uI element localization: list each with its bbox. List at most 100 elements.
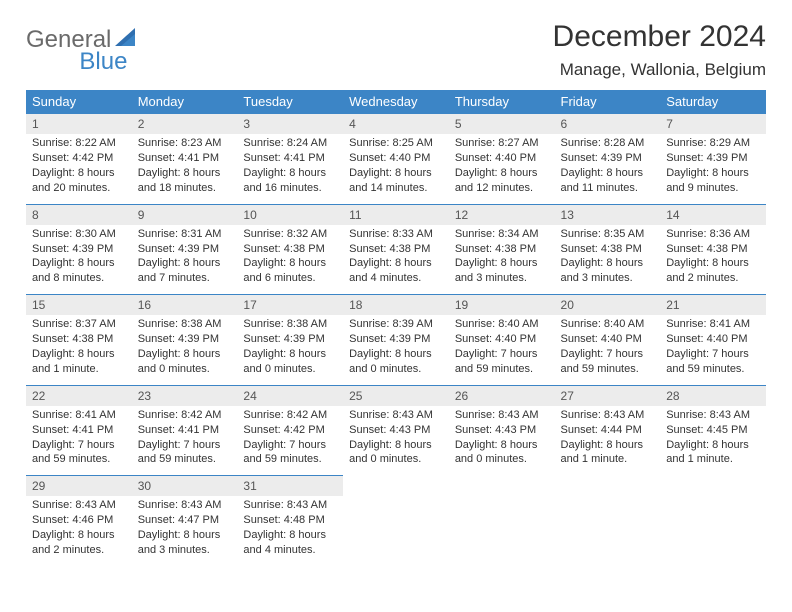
sunset-text: Sunset: 4:38 PM (349, 242, 443, 257)
sunset-text: Sunset: 4:41 PM (243, 151, 337, 166)
daylight-text: Daylight: 8 hours (243, 256, 337, 271)
daylight-text: Daylight: 8 hours (561, 166, 655, 181)
day-detail-cell: Sunrise: 8:43 AMSunset: 4:44 PMDaylight:… (555, 406, 661, 476)
day-detail-cell: Sunrise: 8:42 AMSunset: 4:42 PMDaylight:… (237, 406, 343, 476)
daylight-text: and 3 minutes. (138, 543, 232, 558)
sunrise-text: Sunrise: 8:43 AM (561, 408, 655, 423)
sunset-text: Sunset: 4:46 PM (32, 513, 126, 528)
daylight-text: and 59 minutes. (32, 452, 126, 467)
sunset-text: Sunset: 4:39 PM (243, 332, 337, 347)
daylight-text: Daylight: 8 hours (243, 528, 337, 543)
location-label: Manage, Wallonia, Belgium (553, 60, 766, 80)
day-detail-cell (343, 496, 449, 565)
weekday-header-row: Sunday Monday Tuesday Wednesday Thursday… (26, 90, 766, 114)
day-detail-cell: Sunrise: 8:23 AMSunset: 4:41 PMDaylight:… (132, 134, 238, 204)
day-detail-cell (660, 496, 766, 565)
daylight-text: and 3 minutes. (455, 271, 549, 286)
day-detail-cell: Sunrise: 8:38 AMSunset: 4:39 PMDaylight:… (132, 315, 238, 385)
day-number-cell: 5 (449, 114, 555, 135)
daylight-text: and 4 minutes. (243, 543, 337, 558)
calendar-table: Sunday Monday Tuesday Wednesday Thursday… (26, 90, 766, 566)
sunrise-text: Sunrise: 8:43 AM (138, 498, 232, 513)
daylight-text: Daylight: 8 hours (138, 166, 232, 181)
day-number-row: 15161718192021 (26, 295, 766, 316)
day-number-cell (449, 476, 555, 497)
sunset-text: Sunset: 4:42 PM (32, 151, 126, 166)
day-number-cell: 21 (660, 295, 766, 316)
day-number-cell: 22 (26, 385, 132, 406)
sunset-text: Sunset: 4:39 PM (349, 332, 443, 347)
daylight-text: and 2 minutes. (666, 271, 760, 286)
day-number-cell: 20 (555, 295, 661, 316)
day-number-row: 1234567 (26, 114, 766, 135)
day-detail-cell: Sunrise: 8:36 AMSunset: 4:38 PMDaylight:… (660, 225, 766, 295)
daylight-text: and 0 minutes. (455, 452, 549, 467)
sunset-text: Sunset: 4:39 PM (138, 242, 232, 257)
day-number-cell: 16 (132, 295, 238, 316)
day-number-cell: 25 (343, 385, 449, 406)
day-detail-cell: Sunrise: 8:42 AMSunset: 4:41 PMDaylight:… (132, 406, 238, 476)
sunset-text: Sunset: 4:40 PM (666, 332, 760, 347)
sunset-text: Sunset: 4:38 PM (32, 332, 126, 347)
day-number-cell: 6 (555, 114, 661, 135)
day-number-cell: 23 (132, 385, 238, 406)
sunset-text: Sunset: 4:39 PM (32, 242, 126, 257)
sunset-text: Sunset: 4:43 PM (455, 423, 549, 438)
daylight-text: Daylight: 8 hours (349, 438, 443, 453)
day-number-cell: 13 (555, 204, 661, 225)
sunset-text: Sunset: 4:47 PM (138, 513, 232, 528)
day-detail-cell: Sunrise: 8:41 AMSunset: 4:40 PMDaylight:… (660, 315, 766, 385)
sunrise-text: Sunrise: 8:43 AM (666, 408, 760, 423)
day-detail-cell: Sunrise: 8:31 AMSunset: 4:39 PMDaylight:… (132, 225, 238, 295)
weekday-header: Sunday (26, 90, 132, 114)
sunrise-text: Sunrise: 8:27 AM (455, 136, 549, 151)
day-number-cell: 27 (555, 385, 661, 406)
sunset-text: Sunset: 4:41 PM (138, 423, 232, 438)
sunrise-text: Sunrise: 8:32 AM (243, 227, 337, 242)
daylight-text: Daylight: 8 hours (32, 256, 126, 271)
daylight-text: Daylight: 8 hours (666, 166, 760, 181)
day-detail-cell: Sunrise: 8:28 AMSunset: 4:39 PMDaylight:… (555, 134, 661, 204)
day-number-cell: 30 (132, 476, 238, 497)
daylight-text: Daylight: 8 hours (455, 166, 549, 181)
sunset-text: Sunset: 4:42 PM (243, 423, 337, 438)
sunrise-text: Sunrise: 8:24 AM (243, 136, 337, 151)
daylight-text: Daylight: 8 hours (666, 256, 760, 271)
day-detail-cell: Sunrise: 8:43 AMSunset: 4:48 PMDaylight:… (237, 496, 343, 565)
day-detail-cell: Sunrise: 8:35 AMSunset: 4:38 PMDaylight:… (555, 225, 661, 295)
day-number-cell: 26 (449, 385, 555, 406)
day-number-cell: 15 (26, 295, 132, 316)
day-number-row: 891011121314 (26, 204, 766, 225)
day-number-cell: 12 (449, 204, 555, 225)
daylight-text: and 1 minute. (32, 362, 126, 377)
day-detail-cell: Sunrise: 8:43 AMSunset: 4:45 PMDaylight:… (660, 406, 766, 476)
daylight-text: and 59 minutes. (666, 362, 760, 377)
day-detail-cell (555, 496, 661, 565)
sunset-text: Sunset: 4:44 PM (561, 423, 655, 438)
sunrise-text: Sunrise: 8:37 AM (32, 317, 126, 332)
daylight-text: and 0 minutes. (138, 362, 232, 377)
daylight-text: Daylight: 7 hours (32, 438, 126, 453)
sunrise-text: Sunrise: 8:29 AM (666, 136, 760, 151)
day-detail-cell: Sunrise: 8:43 AMSunset: 4:46 PMDaylight:… (26, 496, 132, 565)
weekday-header: Friday (555, 90, 661, 114)
day-detail-cell: Sunrise: 8:37 AMSunset: 4:38 PMDaylight:… (26, 315, 132, 385)
day-number-cell: 14 (660, 204, 766, 225)
daylight-text: Daylight: 8 hours (138, 347, 232, 362)
daylight-text: Daylight: 8 hours (138, 528, 232, 543)
sunrise-text: Sunrise: 8:41 AM (32, 408, 126, 423)
daylight-text: and 59 minutes. (455, 362, 549, 377)
sunrise-text: Sunrise: 8:33 AM (349, 227, 443, 242)
daylight-text: Daylight: 8 hours (666, 438, 760, 453)
day-detail-cell: Sunrise: 8:30 AMSunset: 4:39 PMDaylight:… (26, 225, 132, 295)
day-number-cell: 19 (449, 295, 555, 316)
header: General Blue December 2024 Manage, Wallo… (26, 20, 766, 80)
daylight-text: Daylight: 8 hours (138, 256, 232, 271)
sunset-text: Sunset: 4:39 PM (666, 151, 760, 166)
day-number-cell (555, 476, 661, 497)
daylight-text: and 18 minutes. (138, 181, 232, 196)
daylight-text: Daylight: 7 hours (561, 347, 655, 362)
daylight-text: and 3 minutes. (561, 271, 655, 286)
daylight-text: Daylight: 8 hours (349, 166, 443, 181)
sunset-text: Sunset: 4:40 PM (455, 151, 549, 166)
